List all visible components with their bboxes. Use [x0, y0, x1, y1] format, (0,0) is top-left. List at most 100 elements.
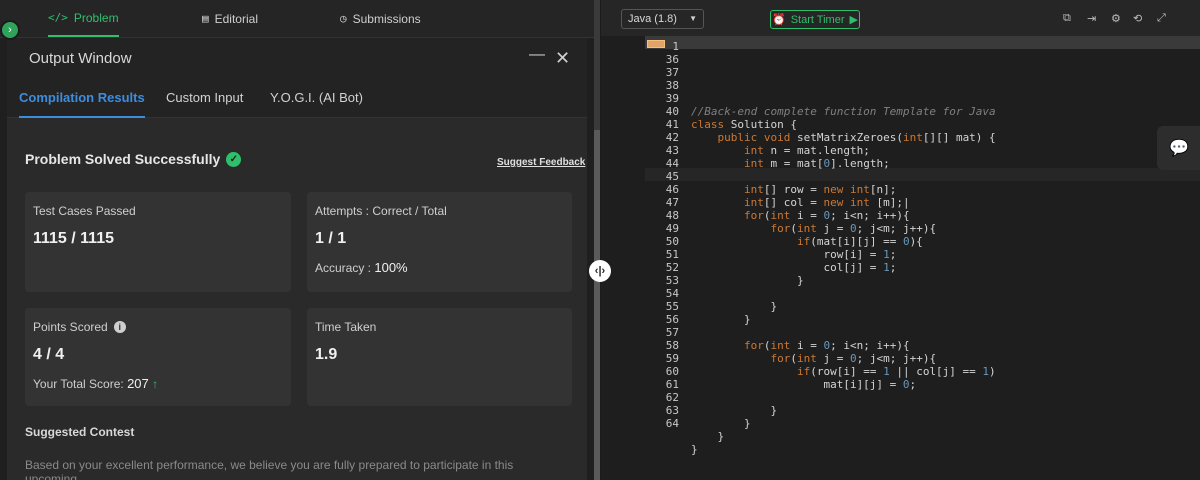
line-number: 48 [665, 209, 679, 222]
tab-submissions[interactable]: ◷ Submissions [340, 0, 421, 37]
editor-pane: Java (1.8) ▼ ⏰ Start Timer ▶ ⧉ ⇥ ⚙ ⟲ ⤢ 1… [601, 0, 1200, 480]
tab-editorial-label: Editorial [214, 11, 258, 26]
tab-yogi-bot[interactable]: Y.O.G.I. (AI Bot) [270, 80, 363, 118]
arrow-up-icon: ↑ [152, 377, 159, 391]
code-line: mat[i][j] = 0; [691, 378, 917, 391]
line-number: 52 [665, 261, 679, 274]
output-window-title: Output Window [29, 50, 132, 67]
close-button[interactable]: ✕ [555, 49, 570, 67]
line-number: 61 [665, 378, 679, 391]
line-number: 49 [665, 222, 679, 235]
info-icon[interactable]: i [113, 321, 126, 333]
line-number: 40 [665, 105, 679, 118]
total-score-value: 207 [127, 376, 149, 391]
line-number: 1 [672, 40, 679, 53]
suggested-contest-text: Based on your excellent performance, we … [25, 458, 514, 480]
line-number: 54 [665, 287, 679, 300]
code-line: col[j] = 1; [691, 261, 897, 274]
attempts-card: Attempts : Correct / Total 1 / 1 Accurac… [307, 192, 572, 292]
line-number: 55 [665, 300, 679, 313]
code-line: } [691, 300, 778, 313]
play-icon: ▶ [849, 14, 858, 26]
points-label: Points Scored [33, 320, 108, 334]
line-number: 37 [665, 66, 679, 79]
expand-sidebar-button[interactable]: › [0, 20, 20, 40]
line-number: 47 [665, 196, 679, 209]
attempts-label: Attempts : Correct / Total [315, 204, 447, 218]
line-number: 43 [665, 144, 679, 157]
test-cases-card: Test Cases Passed 1115 / 1115 [25, 192, 291, 292]
time-label: Time Taken [315, 320, 377, 334]
chat-icon: 💬 [1169, 140, 1189, 157]
code-line: int[] row = new int[n]; [743, 183, 897, 196]
points-label-row: Points Scored i [33, 320, 126, 334]
chevron-right-icon: › [8, 24, 12, 36]
line-number: 58 [665, 339, 679, 352]
line-number: 64 [665, 417, 679, 430]
minimize-button[interactable]: — [529, 46, 545, 64]
left-scrollbar-thumb[interactable] [594, 130, 600, 480]
caret-down-icon: ▼ [689, 14, 697, 23]
code-line: for(int j = 0; j<m; j++){ [770, 352, 937, 365]
time-value: 1.9 [315, 346, 338, 363]
accuracy-value: 100% [374, 260, 408, 275]
code-line: } [691, 313, 751, 326]
fullscreen-icon[interactable]: ⤢ [1157, 12, 1166, 25]
line-number: 41 [665, 118, 679, 131]
language-value: Java (1.8) [628, 13, 677, 25]
start-timer-label: Start Timer [790, 13, 845, 26]
code-editor[interactable]: 1 36 37 38 39 40 41 42 43 44 45 46 47 48 49 50 51 52 53 54 5… [645, 36, 1200, 480]
code-line: class Solution { [691, 118, 797, 131]
tab-editorial[interactable]: ▤ Editorial [202, 0, 258, 37]
line-number: 42 [665, 131, 679, 144]
code-line: } [691, 443, 698, 456]
points-card: Points Scored i 4 / 4 Your Total Score: … [25, 308, 291, 406]
line-number: 46 [665, 183, 679, 196]
copy-icon[interactable]: ⧉ [1063, 12, 1071, 25]
line-number: 63 [665, 404, 679, 417]
code-line: row[i] = 1; [691, 248, 897, 261]
tab-submissions-label: Submissions [352, 11, 421, 26]
code-line: } [691, 274, 804, 287]
start-timer-button[interactable]: ⏰ Start Timer ▶ [770, 10, 860, 29]
tab-custom-input[interactable]: Custom Input [166, 80, 243, 118]
chat-button[interactable]: 💬 [1157, 126, 1200, 170]
left-pane: </> Problem ▤ Editorial ◷ Submissions › … [0, 0, 594, 480]
code-line: int n = mat.length; [743, 144, 870, 157]
tab-compilation-results[interactable]: Compilation Results [19, 80, 145, 118]
line-number: 56 [665, 313, 679, 326]
code-line: int m = mat[0].length; [743, 157, 890, 170]
split-resize-handle[interactable]: ‹|› [589, 260, 611, 282]
line-number: 59 [665, 352, 679, 365]
editor-toolbar: Java (1.8) ▼ ⏰ Start Timer ▶ ⧉ ⇥ ⚙ ⟲ ⤢ [601, 0, 1200, 36]
total-score-label: Your Total Score: [33, 377, 124, 391]
accuracy-row: Accuracy : 100% [315, 260, 408, 275]
status-heading: Problem Solved Successfully ✓ [25, 151, 242, 167]
problem-nav: </> Problem ▤ Editorial ◷ Submissions [0, 0, 594, 38]
tab-problem-label: Problem [73, 10, 119, 25]
line-number: 50 [665, 235, 679, 248]
output-window-header: Output Window — ✕ [7, 38, 587, 80]
tab-problem[interactable]: </> Problem [48, 0, 119, 37]
status-text: Problem Solved Successfully [25, 151, 221, 167]
alarm-icon: ⏰ [772, 14, 786, 26]
code-line: } [691, 404, 778, 417]
line-number: 53 [665, 274, 679, 287]
code-line: for(int i = 0; i<n; i++){ [743, 339, 910, 352]
points-value: 4 / 4 [33, 346, 65, 363]
language-select[interactable]: Java (1.8) ▼ [621, 9, 704, 29]
code-line: for(int j = 0; j<m; j++){ [770, 222, 937, 235]
output-tabs: Compilation Results Custom Input Y.O.G.I… [7, 80, 587, 118]
exit-icon[interactable]: ⇥ [1087, 12, 1096, 25]
code-line: } [691, 430, 725, 443]
line-number: 44 [665, 157, 679, 170]
editor-gutter [601, 36, 641, 480]
accuracy-label: Accuracy : [315, 261, 372, 275]
suggest-feedback-link[interactable]: Suggest Feedback [497, 157, 585, 168]
code-line: if(row[i] == 1 || col[j] == 1) [796, 365, 996, 378]
settings-icon[interactable]: ⚙ [1111, 12, 1121, 25]
line-number: 38 [665, 79, 679, 92]
code-line: } [691, 417, 751, 430]
line-number: 62 [665, 391, 679, 404]
reset-icon[interactable]: ⟲ [1133, 12, 1142, 25]
